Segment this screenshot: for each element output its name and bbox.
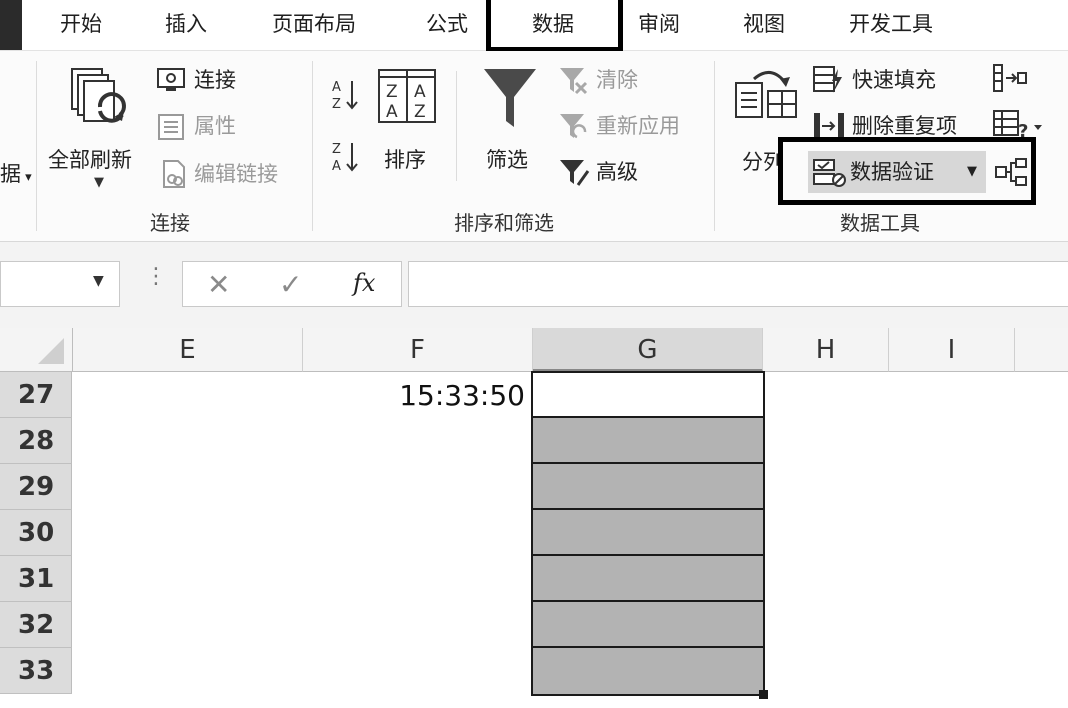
svg-text:Z: Z [386, 82, 398, 102]
insert-function-icon[interactable]: fx [353, 269, 375, 297]
tab-developer[interactable]: 开发工具 [849, 6, 933, 42]
name-box[interactable]: ▼ [0, 261, 120, 307]
connections-label: 连接 [194, 68, 236, 92]
sort-filter-group-label: 排序和筛选 [454, 211, 554, 235]
formula-input[interactable] [408, 261, 1068, 307]
tab-insert[interactable]: 插入 [165, 6, 207, 42]
tab-home[interactable]: 开始 [60, 6, 102, 42]
ribbon-tab-bar: 开始 插入 页面布局 公式 数据 审阅 视图 开发工具 [0, 0, 1068, 52]
column-header-E[interactable]: E [73, 328, 303, 372]
row-header-27[interactable]: 27 [0, 372, 72, 418]
cancel-icon[interactable]: ✕ [207, 268, 230, 301]
chevron-down-icon: ▼ [94, 175, 104, 190]
enter-check-icon[interactable]: ✓ [279, 268, 302, 301]
column-header-G[interactable]: G [533, 328, 763, 372]
clear-filter-icon [560, 68, 588, 95]
select-all-corner[interactable] [0, 328, 73, 372]
tab-formulas[interactable]: 公式 [426, 6, 468, 42]
sort-descending-button[interactable]: Z A [330, 139, 360, 175]
sort-dialog-icon: Z A A Z [378, 69, 436, 123]
row-header-31[interactable]: 31 [0, 556, 72, 602]
get-data-label-partial[interactable]: 据 ▾ [0, 161, 32, 191]
properties-label: 属性 [194, 114, 236, 138]
connections-icon [157, 68, 185, 91]
edit-links-label: 编辑链接 [194, 162, 278, 186]
flash-fill-icon [813, 66, 842, 93]
row-header-28[interactable]: 28 [0, 418, 72, 464]
group-separator [312, 61, 313, 231]
refresh-all-label: 全部刷新 [48, 148, 132, 172]
refresh-all-icon [71, 68, 126, 123]
svg-text:Z: Z [332, 97, 341, 112]
svg-text:A: A [332, 159, 341, 174]
sort-descending-icon: Z A [332, 142, 358, 174]
consolidate-icon [993, 64, 1027, 92]
data-validation-highlight-box [778, 137, 1036, 205]
row-header-30[interactable]: 30 [0, 510, 72, 556]
cell-F27[interactable]: 15:33:50 [303, 376, 525, 416]
svg-text:Z: Z [414, 102, 426, 122]
refresh-all-button[interactable]: 全部刷新 ▼ [46, 63, 146, 193]
row-header-32[interactable]: 32 [0, 602, 72, 648]
formula-buttons: ✕ ✓ fx [182, 261, 402, 307]
edit-links-icon [163, 160, 185, 188]
group-separator [714, 61, 715, 231]
row-header-29[interactable]: 29 [0, 464, 72, 510]
sort-ascending-icon: A Z [332, 80, 358, 112]
worksheet-grid: E F G H I 27 28 29 30 31 32 33 15:33:50 [0, 328, 1068, 708]
sort-label: 排序 [384, 148, 426, 172]
reapply-filter-label: 重新应用 [596, 114, 680, 138]
formula-bar: ▼ ⋮ ✕ ✓ fx [0, 242, 1068, 328]
formula-bar-grip[interactable]: ⋮ [145, 264, 167, 289]
column-header-H[interactable]: H [763, 328, 889, 372]
file-tab-edge[interactable] [0, 0, 22, 50]
filter-funnel-icon [484, 69, 536, 127]
svg-text:Z: Z [332, 142, 341, 157]
properties-icon [158, 114, 184, 140]
remove-duplicates-label: 删除重复项 [852, 114, 957, 138]
tab-review[interactable]: 审阅 [638, 6, 680, 42]
sort-ascending-button[interactable]: A Z [330, 77, 360, 113]
data-tab-highlight-box [486, 0, 623, 52]
select-all-triangle-icon [38, 338, 64, 364]
column-header-I[interactable]: I [889, 328, 1015, 372]
sort-button[interactable]: Z A A Z 排序 [374, 65, 442, 185]
column-header-partial[interactable] [1015, 328, 1068, 372]
selection-outline [531, 371, 765, 696]
column-header-F[interactable]: F [303, 328, 533, 372]
tab-page-layout[interactable]: 页面布局 [272, 6, 356, 42]
advanced-filter-label: 高级 [596, 160, 638, 184]
fill-handle[interactable] [759, 690, 768, 699]
chevron-down-icon[interactable]: ▼ [93, 273, 104, 289]
data-tools-group-label: 数据工具 [840, 211, 920, 235]
ribbon: 据 ▾ 全部刷新 ▼ 连接 属性 编辑链接 连接 A Z Z A Z A A Z… [0, 51, 1068, 242]
svg-text:A: A [332, 80, 341, 95]
svg-text:A: A [414, 82, 426, 102]
filter-button[interactable]: 筛选 [474, 63, 546, 185]
row-header-33[interactable]: 33 [0, 648, 72, 694]
clear-filter-label: 清除 [596, 68, 638, 92]
tab-view[interactable]: 视图 [743, 6, 785, 42]
group-separator [36, 61, 37, 231]
reapply-filter-icon [560, 114, 587, 139]
divider [456, 71, 457, 181]
text-to-columns-icon [735, 71, 797, 118]
svg-text:A: A [386, 102, 398, 122]
advanced-filter-icon [560, 160, 590, 186]
connections-group-label: 连接 [150, 211, 190, 235]
filter-label: 筛选 [486, 148, 528, 172]
consolidate-button[interactable] [992, 63, 1028, 93]
flash-fill-label: 快速填充 [852, 68, 936, 92]
